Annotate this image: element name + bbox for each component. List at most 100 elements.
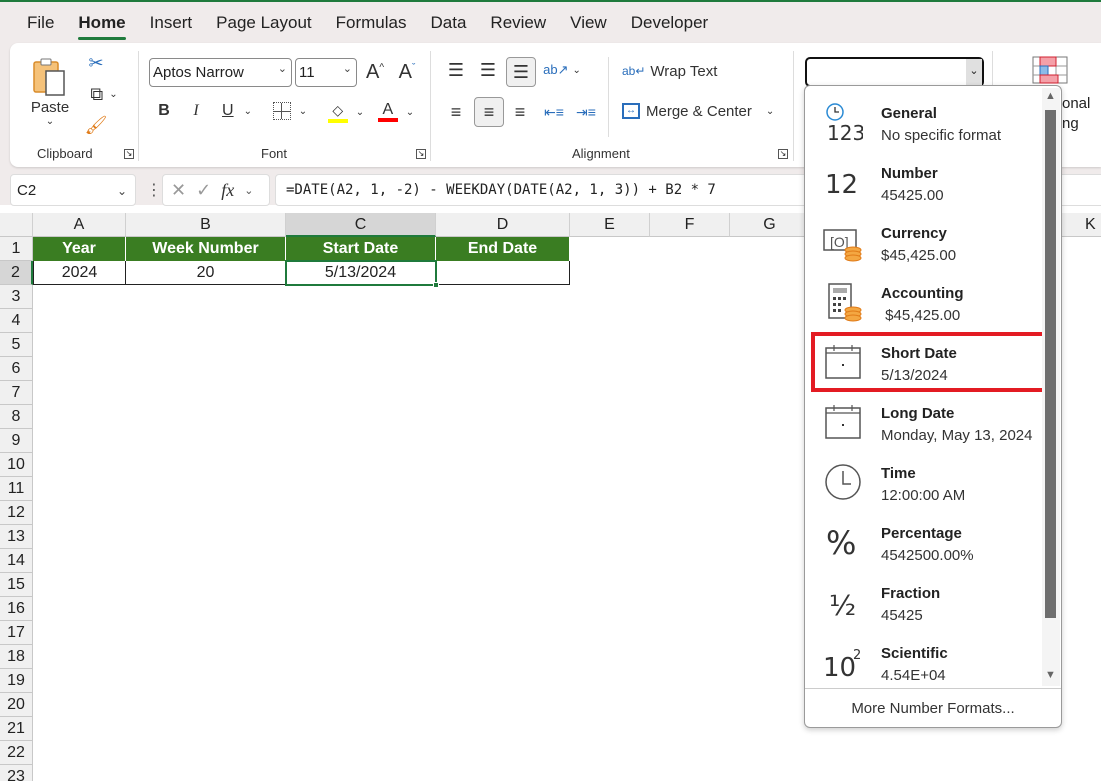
format-option-scientific[interactable]: 10 2 Scientific 4.54E+04 [805, 632, 1043, 692]
column-header-g[interactable]: G [730, 213, 810, 237]
format-option-fraction[interactable]: ½ Fraction 45425 [805, 572, 1043, 632]
format-option-general[interactable]: 123 General No specific format [805, 92, 1043, 152]
bold-button[interactable]: B [153, 98, 175, 124]
cell-d1[interactable]: End Date [436, 237, 570, 261]
borders-button[interactable]: ⌄ [268, 98, 312, 124]
column-header-b[interactable]: B [126, 213, 286, 237]
row-header-10[interactable]: 10 [0, 453, 33, 477]
middle-align-button[interactable]: ☰ [476, 57, 500, 83]
name-box[interactable]: C2 ⌄ [10, 174, 136, 206]
number-format-dropdown[interactable]: ⌄ [805, 57, 984, 87]
tab-review[interactable]: Review [490, 4, 546, 42]
row-header-23[interactable]: 23 [0, 765, 33, 781]
align-center-button[interactable]: ≡ [474, 97, 504, 127]
merge-icon: ↔ [622, 103, 640, 119]
format-option-short-date[interactable]: Short Date 5/13/2024 [811, 332, 1047, 392]
copy-button[interactable]: ⧉ ⌄ [82, 81, 126, 107]
row-header-13[interactable]: 13 [0, 525, 33, 549]
row-header-7[interactable]: 7 [0, 381, 33, 405]
decrease-indent-button[interactable]: ⇤≡ [542, 99, 566, 125]
tab-home[interactable]: Home [78, 4, 126, 42]
tab-insert[interactable]: Insert [150, 4, 193, 42]
row-header-11[interactable]: 11 [0, 477, 33, 501]
cell-c2[interactable]: 5/13/2024 [285, 260, 437, 286]
column-header-d[interactable]: D [436, 213, 570, 237]
italic-button[interactable]: I [185, 98, 207, 124]
conditional-formatting-button[interactable] [1030, 55, 1070, 85]
row-header-15[interactable]: 15 [0, 573, 33, 597]
row-header-9[interactable]: 9 [0, 429, 33, 453]
cell-a2[interactable]: 2024 [33, 261, 126, 285]
format-option-long-date[interactable]: Long Date Monday, May 13, 2024 [805, 392, 1043, 452]
row-header-19[interactable]: 19 [0, 669, 33, 693]
underline-button[interactable]: U ⌄ [216, 98, 258, 124]
row-header-12[interactable]: 12 [0, 501, 33, 525]
row-header-16[interactable]: 16 [0, 597, 33, 621]
row-header-5[interactable]: 5 [0, 333, 33, 357]
tab-data[interactable]: Data [431, 4, 467, 42]
tab-view[interactable]: View [570, 4, 607, 42]
enter-icon[interactable]: ✓ [196, 180, 211, 201]
scroll-up-icon[interactable]: ▲ [1045, 90, 1056, 102]
column-header-c[interactable]: C [286, 213, 436, 237]
row-header-21[interactable]: 21 [0, 717, 33, 741]
row-header-8[interactable]: 8 [0, 405, 33, 429]
format-painter-button[interactable]: 🖌 [84, 113, 108, 137]
font-launcher-icon[interactable]: ↘ [416, 149, 426, 159]
increase-indent-button[interactable]: ⇥≡ [574, 99, 598, 125]
insert-function-icon[interactable]: fx [221, 180, 234, 201]
format-option-time[interactable]: Time 12:00:00 AM [805, 452, 1043, 512]
tab-formulas[interactable]: Formulas [336, 4, 407, 42]
increase-font-button[interactable]: A^ [362, 58, 388, 86]
row-header-1[interactable]: 1 [0, 237, 33, 261]
cell-b2[interactable]: 20 [126, 261, 286, 285]
column-header-e[interactable]: E [570, 213, 650, 237]
tab-developer[interactable]: Developer [631, 4, 709, 42]
column-header-a[interactable]: A [33, 213, 126, 237]
column-header-f[interactable]: F [650, 213, 730, 237]
more-number-formats-link[interactable]: More Number Formats... [805, 688, 1061, 728]
row-header-18[interactable]: 18 [0, 645, 33, 669]
tab-file[interactable]: File [27, 4, 54, 42]
alignment-launcher-icon[interactable]: ↘ [778, 149, 788, 159]
menu-scrollbar[interactable]: ▲ ▼ [1042, 88, 1060, 686]
font-size-dropdown[interactable]: 11 ⌄ [295, 58, 357, 87]
select-all-corner[interactable] [0, 213, 33, 237]
cancel-icon[interactable]: ✕ [171, 180, 186, 201]
clipboard-launcher-icon[interactable]: ↘ [124, 149, 134, 159]
decrease-font-button[interactable]: Aˇ [394, 58, 420, 86]
align-right-button[interactable]: ≡ [508, 99, 532, 125]
format-option-currency[interactable]: [O] Currency $45,425.00 [805, 212, 1043, 272]
paste-button[interactable]: Paste ⌄ [28, 51, 72, 133]
fill-handle[interactable] [433, 282, 439, 288]
cell-a1[interactable]: Year [33, 237, 126, 261]
scrollbar-thumb[interactable] [1045, 110, 1056, 618]
merge-center-button[interactable]: ↔ Merge & Center ⌄ [622, 97, 782, 125]
align-left-button[interactable]: ≡ [444, 99, 468, 125]
formula-bar-grip-icon[interactable]: ⋮ [146, 180, 162, 200]
row-header-2[interactable]: 2 [0, 261, 33, 285]
orientation-button[interactable]: ab↗ ⌄ [542, 57, 582, 83]
cell-c1[interactable]: Start Date [286, 237, 436, 261]
cell-b1[interactable]: Week Number [126, 237, 286, 261]
row-header-4[interactable]: 4 [0, 309, 33, 333]
row-header-3[interactable]: 3 [0, 285, 33, 309]
row-header-6[interactable]: 6 [0, 357, 33, 381]
format-option-percentage[interactable]: % Percentage 4542500.00% [805, 512, 1043, 572]
row-header-20[interactable]: 20 [0, 693, 33, 717]
font-name-dropdown[interactable]: Aptos Narrow ⌄ [149, 58, 292, 87]
tab-page-layout[interactable]: Page Layout [216, 4, 311, 42]
top-align-button[interactable]: ☰ [444, 57, 468, 83]
bottom-align-button[interactable]: ☰ [506, 57, 536, 87]
row-header-22[interactable]: 22 [0, 741, 33, 765]
scroll-down-icon[interactable]: ▼ [1045, 669, 1056, 681]
cut-button[interactable]: ✂ [84, 51, 108, 75]
wrap-text-button[interactable]: ab↵ Wrap Text [622, 57, 722, 85]
row-header-17[interactable]: 17 [0, 621, 33, 645]
fill-color-button[interactable]: ◇ ⌄ [325, 98, 367, 126]
font-color-button[interactable]: A ⌄ [375, 98, 417, 126]
row-header-14[interactable]: 14 [0, 549, 33, 573]
cell-d2[interactable] [436, 261, 570, 285]
format-option-number[interactable]: 12 Number 45425.00 [805, 152, 1043, 212]
format-option-accounting[interactable]: Accounting $45,425.00 [805, 272, 1043, 332]
